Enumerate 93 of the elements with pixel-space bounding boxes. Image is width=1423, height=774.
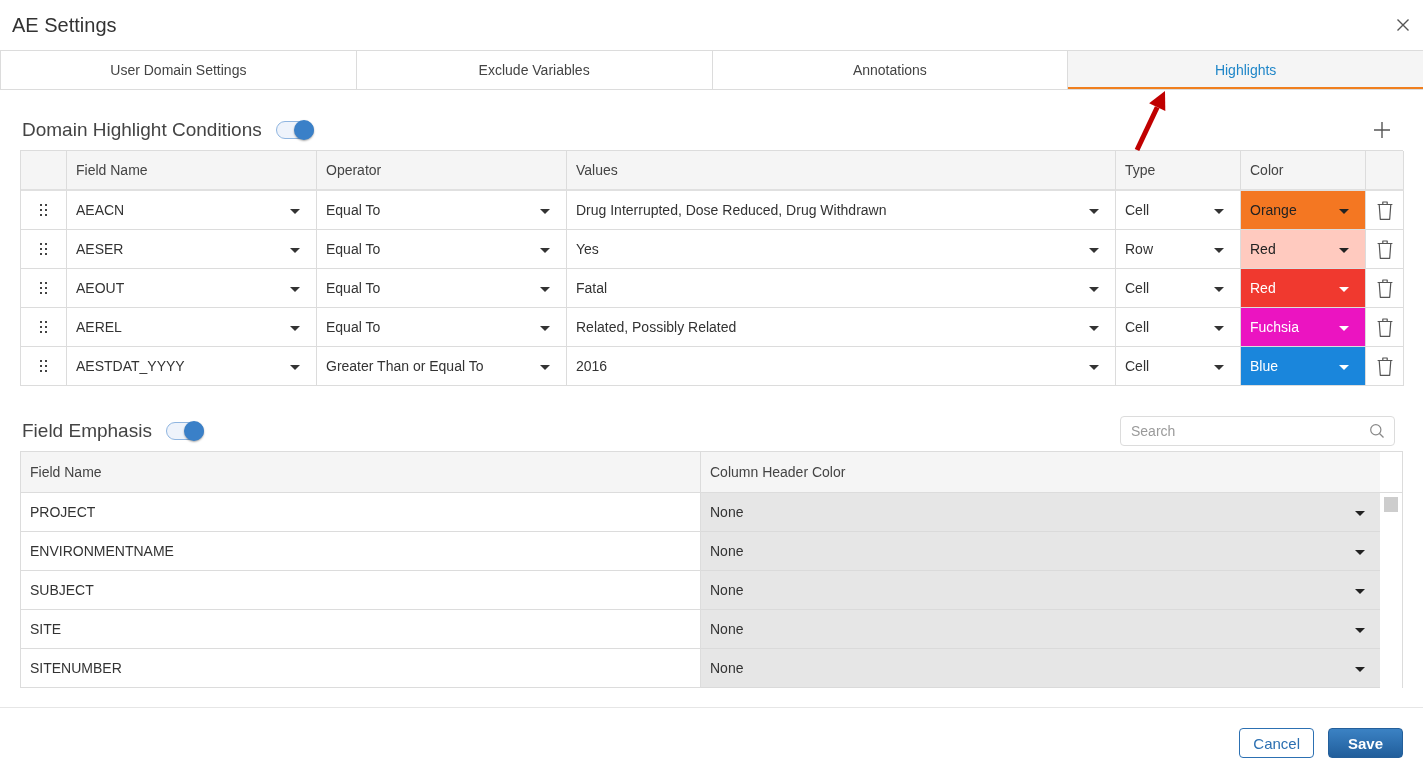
trash-icon[interactable] (1376, 317, 1393, 337)
caret-icon (1089, 326, 1099, 331)
caret-icon (1355, 628, 1365, 633)
caret-icon (540, 248, 550, 253)
dialog-title: AE Settings (12, 13, 117, 37)
caret-icon (1355, 550, 1365, 555)
arrow-icon (1134, 90, 1166, 152)
column-header: Color (1241, 151, 1366, 191)
color-select[interactable]: Fuchsia (1241, 308, 1366, 347)
caret-icon (540, 209, 550, 214)
caret-icon (1355, 589, 1365, 594)
trash-icon[interactable] (1376, 278, 1393, 298)
caret-icon (1339, 248, 1349, 253)
tab[interactable]: Highlights (1067, 51, 1423, 89)
column-header: Field Name (67, 151, 317, 191)
caret-icon (1355, 511, 1365, 516)
color-select[interactable]: Orange (1241, 191, 1366, 230)
header-color-select[interactable]: None (701, 571, 1380, 610)
tab[interactable]: Exclude Variables (355, 51, 712, 89)
save-button[interactable]: Save (1328, 728, 1403, 758)
caret-icon (540, 365, 550, 370)
caret-icon (290, 326, 300, 331)
values-select[interactable]: 2016 (567, 347, 1116, 386)
caret-icon (290, 287, 300, 292)
column-header: Values (567, 151, 1116, 191)
table-cell: SITENUMBER (21, 649, 701, 688)
tab[interactable]: User Domain Settings (0, 51, 356, 89)
table-cell: SITE (21, 610, 701, 649)
close-icon[interactable] (1397, 19, 1409, 31)
operator-select[interactable]: Equal To (317, 191, 567, 230)
caret-icon (1214, 209, 1224, 214)
field-name-select[interactable]: AEACN (67, 191, 317, 230)
cancel-button[interactable]: Cancel (1239, 728, 1314, 758)
caret-icon (1339, 209, 1349, 214)
header-color-select[interactable]: None (701, 493, 1380, 532)
drag-handle-icon[interactable] (40, 321, 47, 333)
toggle-switch[interactable] (165, 422, 204, 440)
caret-icon (1214, 365, 1224, 370)
header-color-select[interactable]: None (701, 610, 1380, 649)
color-select[interactable]: Blue (1241, 347, 1366, 386)
caret-icon (1089, 365, 1099, 370)
caret-icon (540, 287, 550, 292)
column-header: Field Name (21, 452, 701, 493)
field-name-select[interactable]: AESTDAT_YYYY (67, 347, 317, 386)
caret-icon (1339, 365, 1349, 370)
trash-icon[interactable] (1376, 356, 1393, 376)
scrollbar-thumb[interactable] (1384, 497, 1398, 512)
section-title: Domain Highlight Conditions (21, 119, 262, 141)
caret-icon (290, 209, 300, 214)
color-select[interactable]: Red (1241, 269, 1366, 308)
search-field[interactable]: Search (1120, 416, 1395, 446)
drag-handle-icon[interactable] (40, 360, 47, 372)
caret-icon (1214, 287, 1224, 292)
caret-icon (1339, 287, 1349, 292)
caret-icon (540, 326, 550, 331)
color-select[interactable]: Red (1241, 230, 1366, 269)
caret-icon (1089, 248, 1099, 253)
caret-icon (1214, 326, 1224, 331)
operator-select[interactable]: Equal To (317, 308, 567, 347)
caret-icon (1089, 209, 1099, 214)
operator-select[interactable]: Equal To (317, 230, 567, 269)
field-name-select[interactable]: AEOUT (67, 269, 317, 308)
table-cell: PROJECT (21, 493, 701, 532)
field-name-select[interactable]: AEREL (67, 308, 317, 347)
values-select[interactable]: Related, Possibly Related (567, 308, 1116, 347)
column-header: Type (1116, 151, 1241, 191)
column-header: Column Header Color (701, 452, 1380, 493)
caret-icon (290, 365, 300, 370)
table-cell: SUBJECT (21, 571, 701, 610)
caret-icon (290, 248, 300, 253)
values-select[interactable]: Drug Interrupted, Dose Reduced, Drug Withdrawn (567, 191, 1116, 230)
drag-handle-icon[interactable] (40, 204, 47, 216)
operator-select[interactable]: Greater Than or Equal To (317, 347, 567, 386)
field-name-select[interactable]: AESER (67, 230, 317, 269)
table-cell: ENVIRONMENTNAME (21, 532, 701, 571)
trash-icon[interactable] (1376, 239, 1393, 259)
caret-icon (1089, 287, 1099, 292)
column-header: Operator (317, 151, 567, 191)
section-title: Field Emphasis (21, 420, 152, 442)
caret-icon (1339, 326, 1349, 331)
plus-icon[interactable] (1374, 122, 1390, 138)
header-color-select[interactable]: None (701, 649, 1380, 688)
values-select[interactable]: Yes (567, 230, 1116, 269)
search-icon (1370, 424, 1384, 438)
trash-icon[interactable] (1376, 200, 1393, 220)
operator-select[interactable]: Equal To (317, 269, 567, 308)
drag-handle-icon[interactable] (40, 282, 47, 294)
caret-icon (1355, 667, 1365, 672)
drag-handle-icon[interactable] (40, 243, 47, 255)
header-color-select[interactable]: None (701, 532, 1380, 571)
caret-icon (1214, 248, 1224, 253)
toggle-switch[interactable] (275, 121, 314, 139)
values-select[interactable]: Fatal (567, 269, 1116, 308)
